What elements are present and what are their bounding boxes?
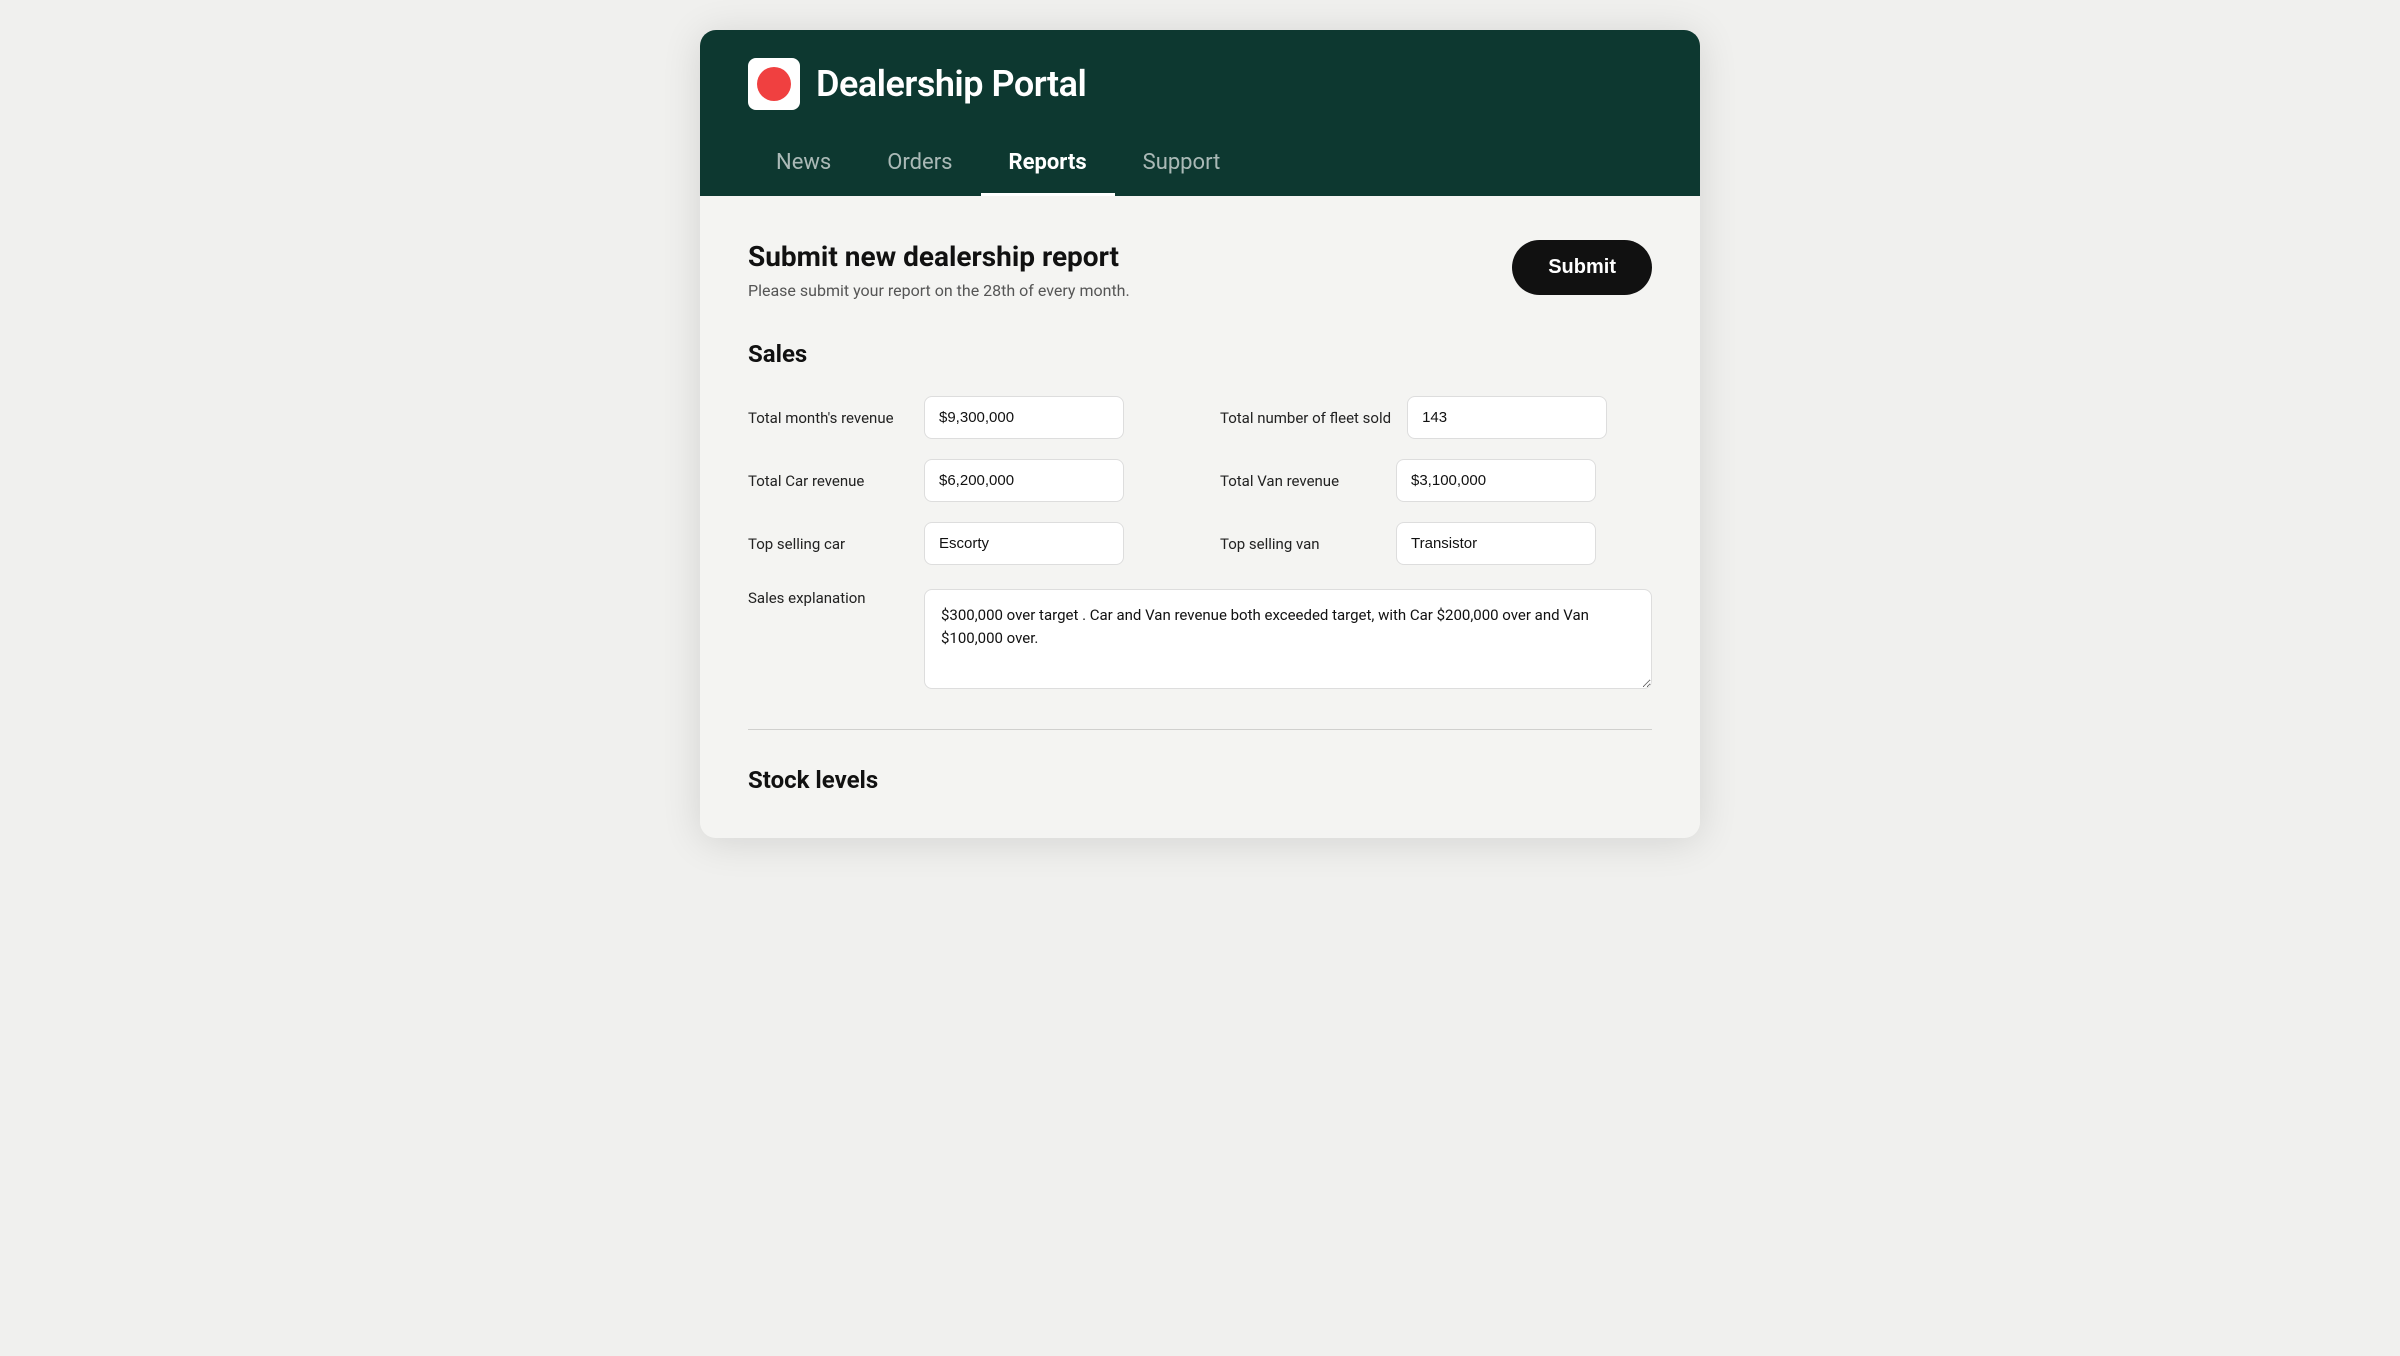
portal-title: Dealership Portal: [816, 63, 1086, 105]
fleet-sold-label: Total number of fleet sold: [1220, 409, 1391, 427]
report-subtitle: Please submit your report on the 28th of…: [748, 281, 1130, 300]
van-revenue-row: Total Van revenue: [1220, 459, 1652, 502]
sales-explanation-row: Sales explanation: [748, 589, 1652, 693]
van-revenue-input[interactable]: [1396, 459, 1596, 502]
sales-form-grid: Total month's revenue Total number of fl…: [748, 396, 1652, 565]
car-revenue-label: Total Car revenue: [748, 472, 908, 490]
logo-box: [748, 58, 800, 110]
nav-item-orders[interactable]: Orders: [859, 138, 980, 196]
car-revenue-input[interactable]: [924, 459, 1124, 502]
main-nav: News Orders Reports Support: [748, 138, 1652, 196]
sales-section-title: Sales: [748, 340, 1652, 368]
submit-button[interactable]: Submit: [1512, 240, 1652, 295]
stock-section-title: Stock levels: [748, 766, 1652, 794]
top-car-label: Top selling car: [748, 535, 908, 553]
section-divider: [748, 729, 1652, 730]
van-revenue-label: Total Van revenue: [1220, 472, 1380, 490]
stock-section: Stock levels: [748, 766, 1652, 794]
app-container: Dealership Portal News Orders Reports Su…: [700, 30, 1700, 838]
top-van-row: Top selling van: [1220, 522, 1652, 565]
sales-section: Sales Total month's revenue Total number…: [748, 340, 1652, 693]
total-revenue-row: Total month's revenue: [748, 396, 1180, 439]
total-revenue-label: Total month's revenue: [748, 409, 908, 427]
sales-explanation-wrapper: [924, 589, 1652, 693]
main-content: Submit new dealership report Please subm…: [700, 196, 1700, 838]
report-header-text: Submit new dealership report Please subm…: [748, 240, 1130, 300]
total-revenue-input[interactable]: [924, 396, 1124, 439]
sales-explanation-textarea[interactable]: [924, 589, 1652, 689]
nav-item-news[interactable]: News: [748, 138, 859, 196]
sales-explanation-label: Sales explanation: [748, 589, 908, 607]
report-title: Submit new dealership report: [748, 240, 1130, 273]
report-header: Submit new dealership report Please subm…: [748, 240, 1652, 300]
top-car-input[interactable]: [924, 522, 1124, 565]
car-revenue-row: Total Car revenue: [748, 459, 1180, 502]
header-top: Dealership Portal: [748, 58, 1652, 110]
nav-item-support[interactable]: Support: [1115, 138, 1249, 196]
top-van-input[interactable]: [1396, 522, 1596, 565]
header: Dealership Portal News Orders Reports Su…: [700, 30, 1700, 196]
logo-icon: [757, 67, 791, 101]
nav-item-reports[interactable]: Reports: [981, 138, 1115, 196]
fleet-sold-input[interactable]: [1407, 396, 1607, 439]
top-van-label: Top selling van: [1220, 535, 1380, 553]
top-car-row: Top selling car: [748, 522, 1180, 565]
fleet-sold-row: Total number of fleet sold: [1220, 396, 1652, 439]
